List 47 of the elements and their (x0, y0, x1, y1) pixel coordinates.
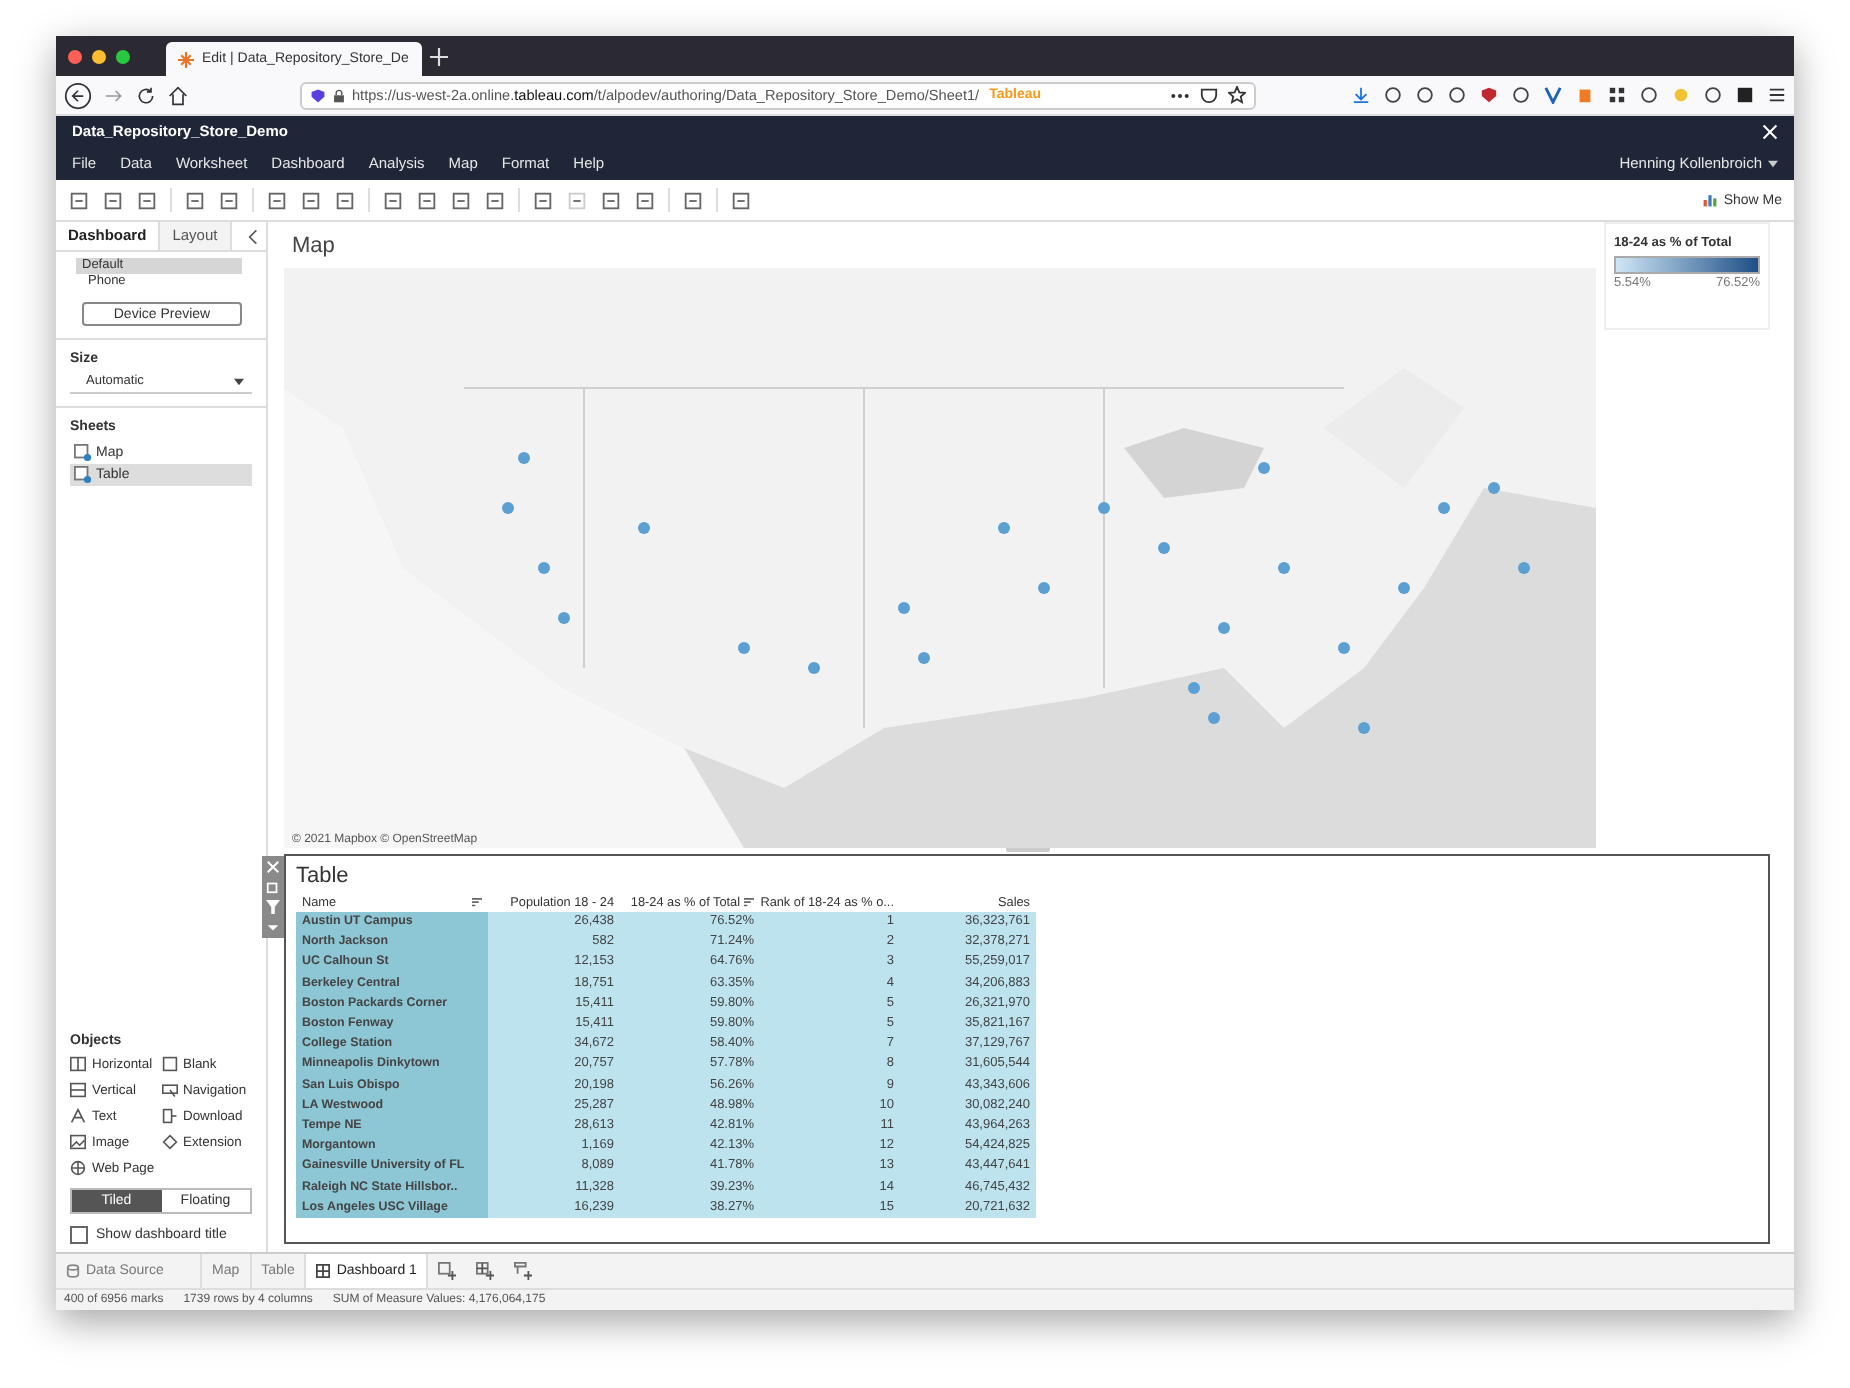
cylinder-icon (66, 1264, 80, 1278)
download-icon[interactable] (1352, 86, 1370, 104)
back-icon[interactable] (64, 81, 92, 109)
shield-icon[interactable] (1480, 86, 1498, 104)
popout-icon[interactable] (266, 880, 280, 894)
grid-icon[interactable] (1608, 86, 1626, 104)
bin-icon[interactable] (1576, 86, 1594, 104)
export-icon (161, 1108, 177, 1124)
sort-icon[interactable] (744, 898, 754, 908)
minimize-window-button[interactable] (92, 49, 106, 63)
shield-icon (310, 87, 326, 103)
pointer-icon (161, 1082, 177, 1098)
collapse-icon[interactable] (248, 229, 258, 243)
close-icon[interactable] (1762, 123, 1778, 139)
caret-icon[interactable] (1768, 159, 1778, 167)
new-dashboard-icon[interactable] (476, 1262, 495, 1280)
puzzle-icon (161, 1134, 177, 1150)
reload-icon[interactable] (136, 85, 156, 105)
filter-icon[interactable] (266, 900, 280, 914)
sheet-icon (74, 444, 92, 462)
image-icon (70, 1134, 86, 1150)
new-tab-icon[interactable] (430, 47, 448, 65)
square-icon (161, 1056, 177, 1072)
lock-icon (332, 87, 346, 103)
resize-handle[interactable] (1005, 846, 1049, 852)
pocket-icon[interactable] (1200, 86, 1218, 104)
caret-icon (234, 377, 244, 385)
map-title: Map (290, 232, 337, 262)
sort-icon[interactable] (472, 898, 482, 908)
new-story-icon[interactable] (514, 1262, 533, 1280)
more-icon[interactable] (1170, 91, 1190, 99)
menu-icon[interactable] (1768, 86, 1786, 104)
forward-icon[interactable] (104, 85, 124, 105)
close-window-button[interactable] (68, 49, 82, 63)
letter-icon[interactable] (1544, 86, 1562, 104)
square-icon[interactable] (1736, 86, 1754, 104)
home-icon[interactable] (168, 85, 188, 105)
grid-icon (316, 1264, 331, 1278)
cross-logo-icon (178, 51, 194, 67)
table-title: Table (296, 862, 351, 892)
zoom-window-button[interactable] (116, 49, 130, 63)
star-icon[interactable] (1228, 86, 1246, 104)
new-sheet-icon[interactable] (438, 1262, 457, 1280)
letter-icon (70, 1108, 86, 1124)
sheet-icon (74, 466, 92, 484)
checkbox[interactable] (70, 1226, 88, 1244)
globe-icon (70, 1160, 86, 1176)
